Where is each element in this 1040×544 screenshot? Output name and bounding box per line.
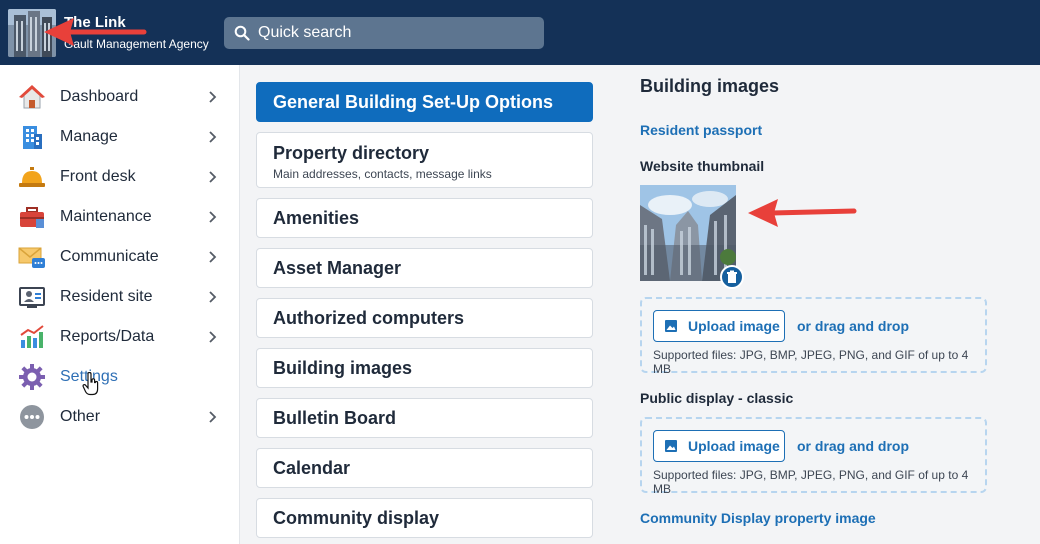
- image-icon: [665, 440, 677, 452]
- upload-image-button[interactable]: Upload image: [653, 430, 785, 462]
- panel-title: Building images: [640, 76, 780, 96]
- supported-files-text: Supported files: JPG, BMP, JPEG, PNG, an…: [653, 348, 969, 376]
- sidebar-item-manage[interactable]: Manage: [0, 117, 240, 157]
- chevron-right-icon: [209, 291, 217, 303]
- option-community-display[interactable]: Community display: [256, 498, 593, 538]
- supported-files-text: Supported files: JPG, BMP, JPEG, PNG, an…: [653, 468, 969, 496]
- option-title: Bulletin Board: [273, 408, 397, 428]
- option-title: Property directory: [273, 143, 430, 163]
- thumbnail-dropzone[interactable]: Upload image or drag and drop Supported …: [640, 297, 987, 376]
- option-title: General Building Set-Up Options: [273, 92, 554, 112]
- chevron-right-icon: [209, 131, 217, 143]
- chevron-right-icon: [209, 331, 217, 343]
- resident-site-icon: [19, 287, 45, 308]
- sidebar-item-label: Reports/Data: [60, 328, 155, 345]
- search-placeholder: Quick search: [258, 24, 352, 41]
- option-bulletin-board[interactable]: Bulletin Board: [256, 398, 593, 438]
- sidebar-item-settings[interactable]: Settings: [0, 357, 240, 397]
- sidebar-nav: Dashboard Manage Front desk Maintenance: [0, 65, 240, 544]
- drag-drop-text: or drag and drop: [797, 438, 909, 454]
- option-building-images[interactable]: Building images: [256, 348, 593, 388]
- quick-search[interactable]: Quick search: [224, 17, 544, 49]
- option-asset-manager[interactable]: Asset Manager: [256, 248, 593, 288]
- chevron-right-icon: [209, 211, 217, 223]
- sidebar-item-label: Dashboard: [60, 88, 139, 105]
- sidebar-item-communicate[interactable]: Communicate: [0, 237, 240, 277]
- community-display-image-link[interactable]: Community Display property image: [640, 510, 876, 526]
- image-icon: [665, 320, 677, 332]
- sidebar-item-label: Other: [60, 408, 101, 425]
- drag-drop-text: or drag and drop: [797, 318, 909, 334]
- toolbox-icon: [20, 207, 44, 228]
- chevron-right-icon: [209, 411, 217, 423]
- bell-icon: [19, 167, 45, 187]
- hand-cursor-icon: [82, 372, 99, 396]
- option-amenities[interactable]: Amenities: [256, 198, 593, 238]
- house-icon: [19, 85, 45, 109]
- envelope-icon: [18, 247, 45, 268]
- option-title: Amenities: [273, 208, 360, 228]
- option-title: Asset Manager: [273, 258, 402, 278]
- option-property-directory[interactable]: Property directory Main addresses, conta…: [256, 132, 593, 188]
- search-icon: [234, 25, 250, 41]
- website-thumbnail-image: [640, 185, 736, 281]
- option-subtitle: Main addresses, contacts, message links: [273, 167, 492, 181]
- upload-image-label: Upload image: [688, 318, 780, 334]
- building-icon: [23, 126, 42, 149]
- website-thumbnail-label: Website thumbnail: [640, 158, 765, 174]
- public-display-label: Public display - classic: [640, 390, 794, 406]
- sidebar-item-reports-data[interactable]: Reports/Data: [0, 317, 240, 357]
- delete-thumbnail-button[interactable]: [720, 265, 744, 289]
- option-title: Building images: [273, 358, 413, 378]
- gear-icon: [19, 364, 45, 390]
- option-authorized-computers[interactable]: Authorized computers: [256, 298, 593, 338]
- chevron-right-icon: [209, 171, 217, 183]
- top-header: The Link Gault Management Agency Quick s…: [0, 0, 1040, 65]
- upload-image-label: Upload image: [688, 438, 780, 454]
- option-calendar[interactable]: Calendar: [256, 448, 593, 488]
- sidebar-item-front-desk[interactable]: Front desk: [0, 157, 240, 197]
- option-title: Authorized computers: [273, 308, 465, 328]
- sidebar-item-label: Maintenance: [60, 208, 152, 225]
- sidebar-item-dashboard[interactable]: Dashboard: [0, 77, 240, 117]
- chart-icon: [20, 325, 44, 348]
- annotation-arrow-icon: [748, 199, 857, 227]
- sidebar-item-label: Front desk: [60, 168, 136, 185]
- chevron-right-icon: [209, 251, 217, 263]
- sidebar-item-label: Manage: [60, 128, 118, 145]
- sidebar-item-maintenance[interactable]: Maintenance: [0, 197, 240, 237]
- sidebar-item-resident-site[interactable]: Resident site: [0, 277, 240, 317]
- chevron-right-icon: [209, 91, 217, 103]
- option-general-building-setup[interactable]: General Building Set-Up Options: [256, 82, 593, 122]
- sidebar-item-label: Communicate: [60, 248, 159, 265]
- sidebar-item-label: Resident site: [60, 288, 153, 305]
- resident-passport-link[interactable]: Resident passport: [640, 122, 762, 138]
- upload-image-button[interactable]: Upload image: [653, 310, 785, 342]
- sidebar-item-other[interactable]: Other: [0, 397, 240, 437]
- trash-icon: [727, 270, 737, 283]
- more-icon: [20, 405, 44, 429]
- public-display-dropzone[interactable]: Upload image or drag and drop Supported …: [640, 417, 987, 496]
- option-title: Community display: [273, 508, 440, 528]
- annotation-arrow-icon: [44, 18, 147, 46]
- option-title: Calendar: [273, 458, 351, 478]
